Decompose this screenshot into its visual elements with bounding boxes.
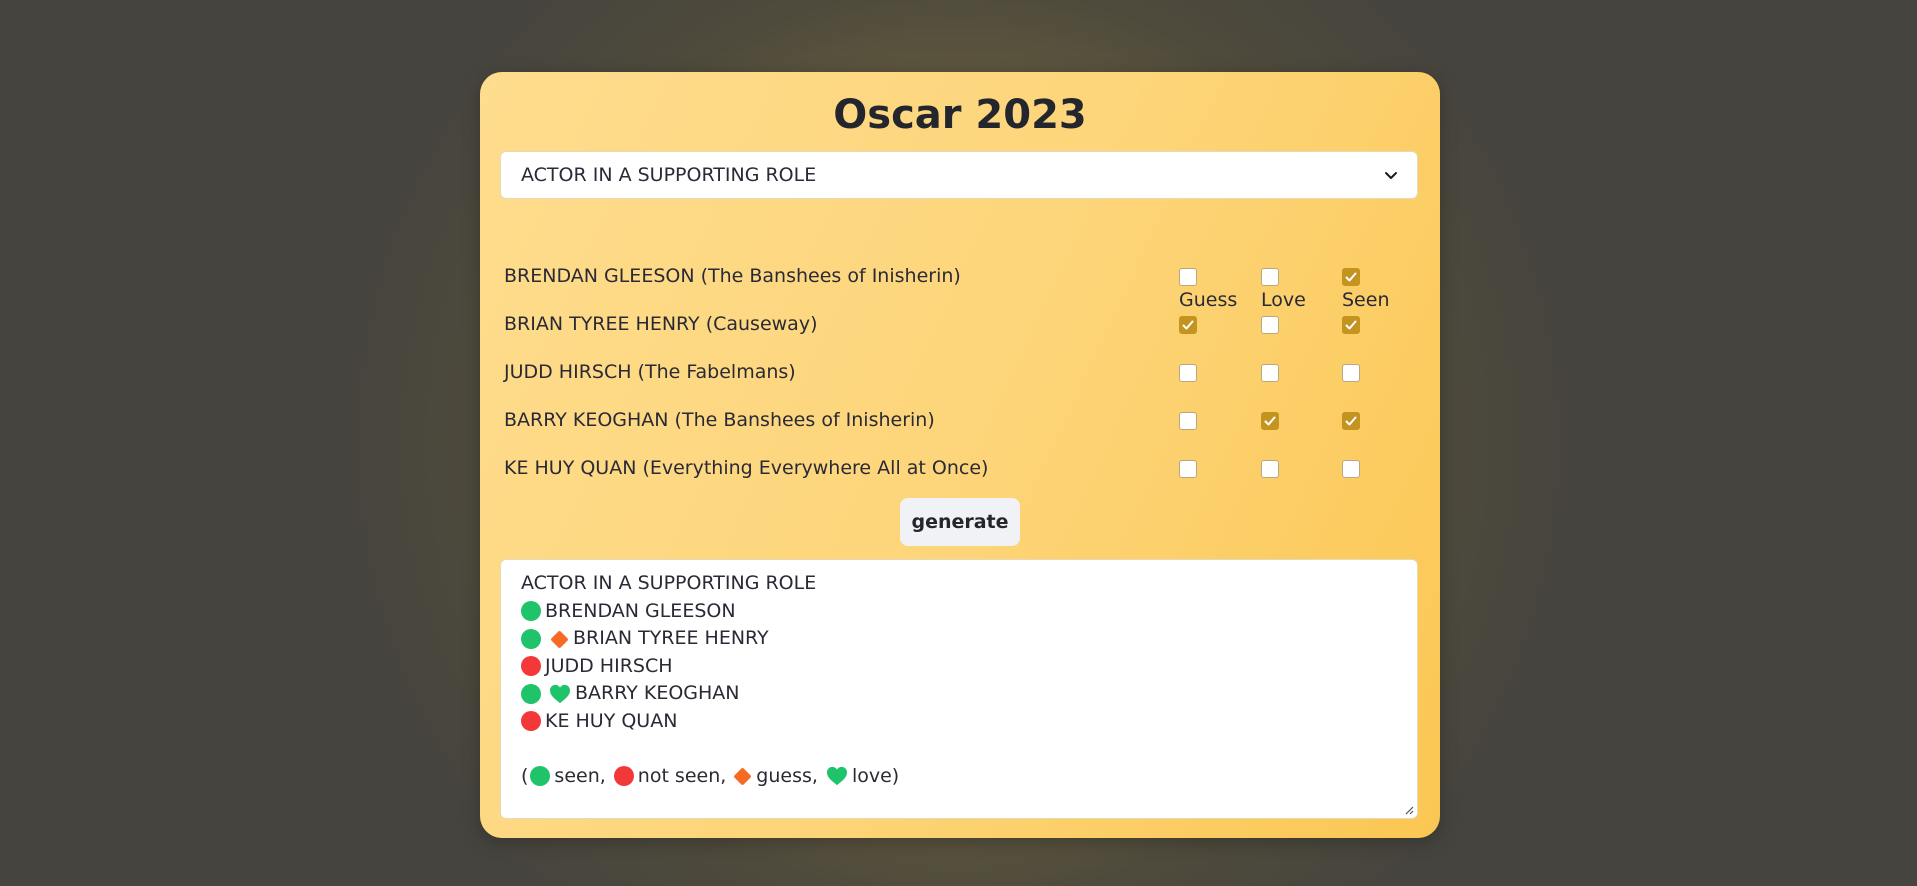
output-textarea[interactable]: ACTOR IN A SUPPORTING ROLE BRENDAN GLEES… bbox=[500, 559, 1418, 819]
orange-diamond-icon bbox=[732, 766, 752, 786]
column-header-guess: Guess bbox=[1179, 289, 1238, 311]
generate-button[interactable]: generate bbox=[900, 498, 1020, 546]
guess-checkbox[interactable] bbox=[1179, 268, 1197, 286]
checkmark-icon bbox=[1345, 272, 1357, 282]
output-line: BRENDAN GLEESON bbox=[521, 598, 1397, 626]
seen-checkbox[interactable] bbox=[1342, 460, 1360, 478]
seen-checkbox[interactable] bbox=[1342, 364, 1360, 382]
love-checkbox[interactable] bbox=[1261, 268, 1279, 286]
guess-checkbox[interactable] bbox=[1179, 316, 1197, 334]
output-blank-line bbox=[521, 735, 1397, 763]
love-checkbox[interactable] bbox=[1261, 412, 1279, 430]
nominee-label: KE HUY QUAN (Everything Everywhere All a… bbox=[504, 457, 989, 479]
legend-open-paren: ( bbox=[521, 764, 529, 787]
category-select-value: ACTOR IN A SUPPORTING ROLE bbox=[521, 164, 817, 186]
red-circle-icon bbox=[521, 711, 541, 732]
column-header-love: Love bbox=[1261, 289, 1306, 311]
output-line-text: JUDD HIRSCH bbox=[545, 654, 673, 677]
nominee-label: BRENDAN GLEESON (The Banshees of Inisher… bbox=[504, 265, 961, 287]
resize-handle-icon[interactable] bbox=[1404, 805, 1414, 815]
legend-guess: guess, bbox=[756, 764, 818, 787]
love-checkbox[interactable] bbox=[1261, 316, 1279, 334]
guess-checkbox[interactable] bbox=[1179, 364, 1197, 382]
output-line: BRIAN TYREE HENRY bbox=[521, 625, 1397, 653]
output-line: JUDD HIRSCH bbox=[521, 653, 1397, 681]
oscar-card: Oscar 2023 ACTOR IN A SUPPORTING ROLE Gu… bbox=[480, 72, 1440, 838]
output-line: BARRY KEOGHAN bbox=[521, 680, 1397, 708]
legend-love: love) bbox=[851, 764, 900, 787]
green-circle-icon bbox=[521, 628, 541, 649]
red-circle-icon bbox=[521, 656, 541, 677]
chevron-down-icon bbox=[1385, 172, 1397, 179]
checkmark-icon bbox=[1182, 320, 1194, 330]
output-legend: ( seen, not seen, guess, love) bbox=[521, 763, 1397, 791]
green-circle-icon bbox=[530, 766, 551, 787]
red-circle-icon bbox=[613, 766, 634, 787]
nominee-label: BRIAN TYREE HENRY (Causeway) bbox=[504, 313, 818, 335]
nominee-label: JUDD HIRSCH (The Fabelmans) bbox=[504, 361, 796, 383]
orange-diamond-icon bbox=[549, 629, 569, 649]
output-line-text: BARRY KEOGHAN bbox=[575, 682, 740, 704]
nominee-label: BARRY KEOGHAN (The Banshees of Inisherin… bbox=[504, 409, 935, 431]
seen-checkbox[interactable] bbox=[1342, 412, 1360, 430]
output-line-text: BRENDAN GLEESON bbox=[545, 599, 736, 622]
love-checkbox[interactable] bbox=[1261, 364, 1279, 382]
guess-checkbox[interactable] bbox=[1179, 460, 1197, 478]
checkmark-icon bbox=[1264, 416, 1276, 426]
page-title: Oscar 2023 bbox=[833, 92, 1087, 138]
output-line: KE HUY QUAN bbox=[521, 708, 1397, 736]
checkmark-icon bbox=[1345, 320, 1357, 330]
seen-checkbox[interactable] bbox=[1342, 268, 1360, 286]
green-heart-icon bbox=[550, 684, 570, 703]
seen-checkbox[interactable] bbox=[1342, 316, 1360, 334]
column-header-seen: Seen bbox=[1342, 289, 1390, 311]
green-circle-icon bbox=[521, 683, 541, 704]
output-heading: ACTOR IN A SUPPORTING ROLE bbox=[521, 572, 817, 594]
output-line-text: BRIAN TYREE HENRY bbox=[573, 627, 769, 649]
green-heart-icon bbox=[826, 767, 847, 786]
green-circle-icon bbox=[521, 601, 541, 622]
guess-checkbox[interactable] bbox=[1179, 412, 1197, 430]
legend-seen: seen, bbox=[554, 764, 606, 787]
love-checkbox[interactable] bbox=[1261, 460, 1279, 478]
checkmark-icon bbox=[1345, 416, 1357, 426]
legend-not-seen: not seen, bbox=[637, 764, 727, 787]
category-select[interactable]: ACTOR IN A SUPPORTING ROLE bbox=[500, 151, 1418, 199]
output-line-text: KE HUY QUAN bbox=[545, 709, 678, 732]
